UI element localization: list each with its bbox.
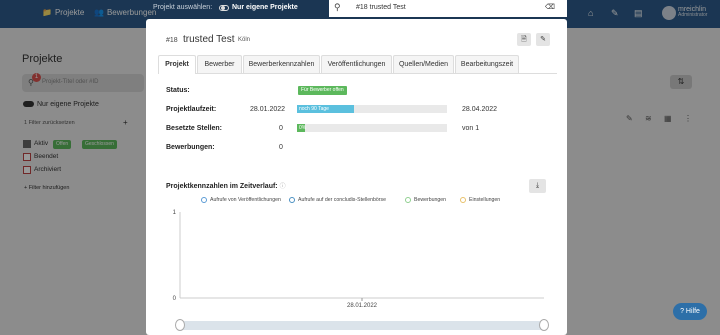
clear-icon[interactable]: ⌫ [545,3,555,11]
timeline-chart: 0 1 28.01.2022 [173,210,544,309]
range-slider-handle-right[interactable] [539,319,549,331]
help-label: Hilfe [685,308,700,315]
x-tick-label: 28.01.2022 [347,303,378,309]
y-tick-label: 1 [173,210,177,216]
project-select-label: Projekt auswählen: [153,4,213,11]
own-projects-toggle-modal[interactable] [219,5,229,11]
y-tick-label: 0 [173,296,177,302]
range-slider-handle-left[interactable] [175,319,185,331]
project-modal: #18 trusted Test Köln 🗎 ✎ Projekt Bewerb… [146,19,567,335]
help-button[interactable]: ? Hilfe [673,303,707,320]
project-select-value: #18 trusted Test [356,4,406,11]
search-icon: ⚲ [334,2,341,12]
project-select-input[interactable]: ⚲ #18 trusted Test ⌫ [329,0,567,17]
range-slider-track[interactable] [180,321,544,330]
own-projects-label-modal: Nur eigene Projekte [232,4,298,11]
